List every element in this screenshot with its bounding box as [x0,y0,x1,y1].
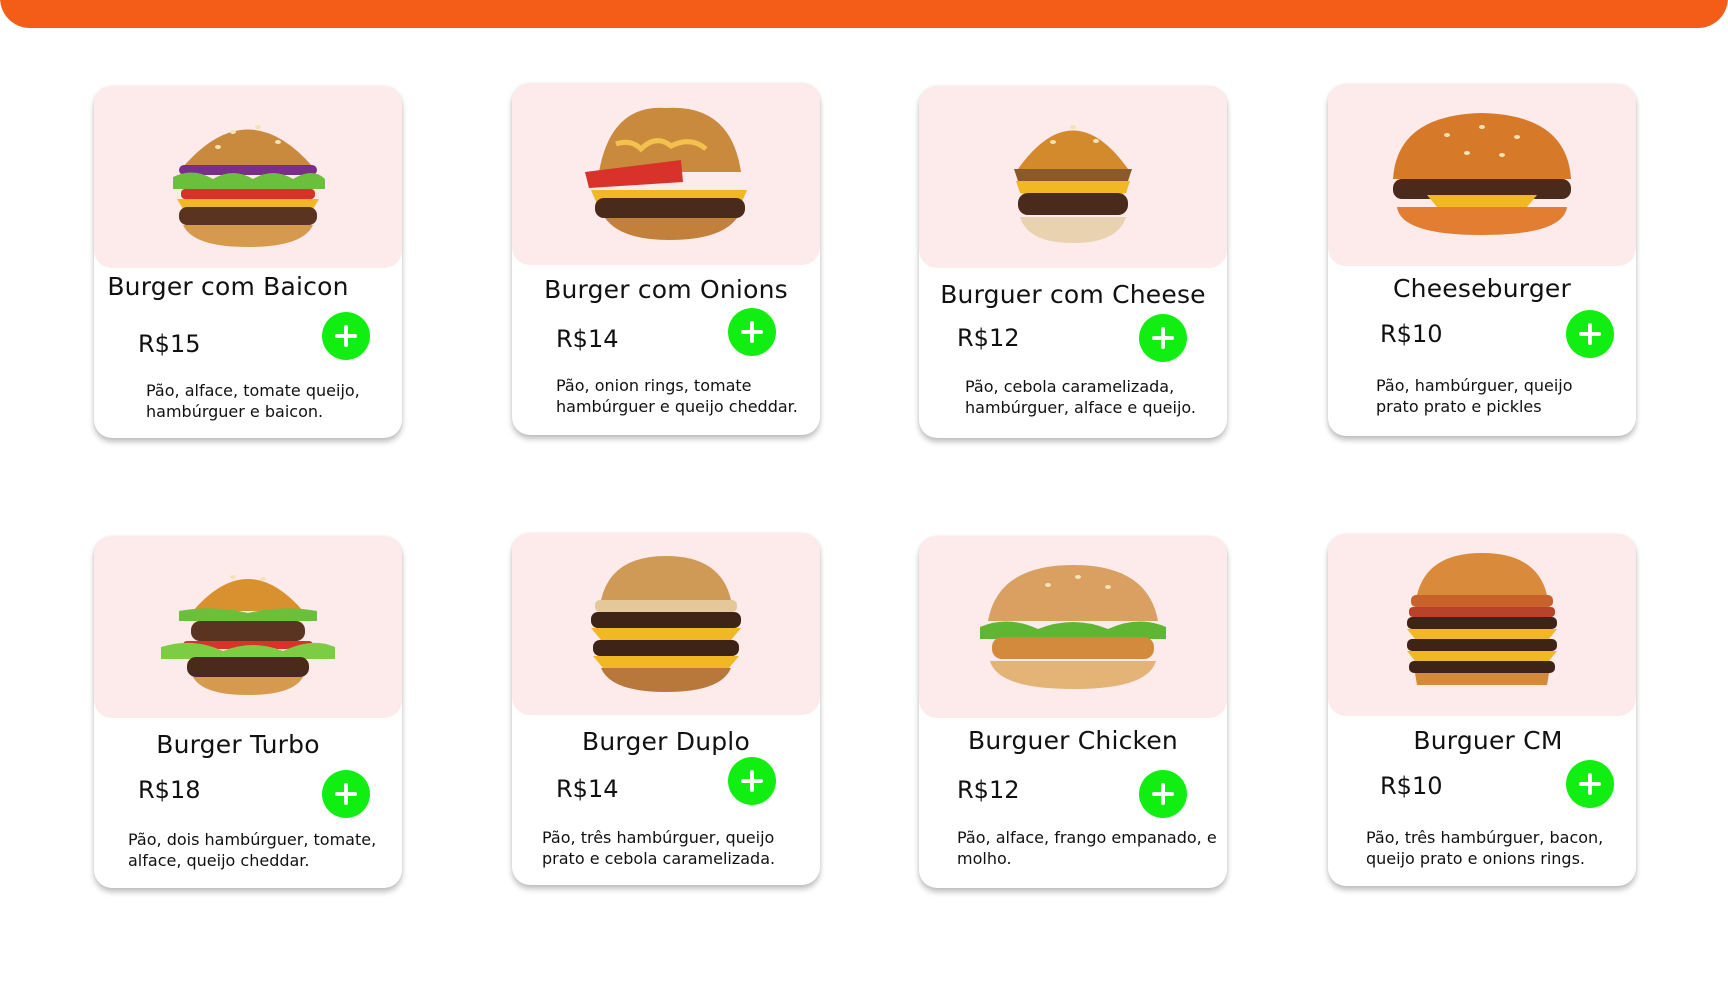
burger-image-icon [173,125,325,247]
product-name: Burguer com Cheese [940,280,1206,309]
burger-image-icon [1393,113,1571,235]
product-description: Pão, onion rings, tomate hambúrguer e qu… [556,376,798,416]
add-to-cart-button[interactable] [728,308,776,356]
product-price: R$10 [1380,320,1443,348]
add-to-cart-button[interactable] [728,757,776,805]
add-to-cart-button[interactable] [1139,314,1187,362]
product-card[interactable]: Burger Turbo R$18 Pão, dois hambúrguer, … [94,536,402,888]
product-image [512,83,820,265]
burger-image-icon [591,556,741,692]
add-to-cart-button[interactable] [1566,310,1614,358]
product-card[interactable]: Burger com Onions R$14 Pão, onion rings,… [512,83,820,435]
plus-icon [335,325,357,347]
product-description: Pão, alface, tomate queijo, hambúrguer e… [146,381,360,421]
product-card[interactable]: Burguer com Cheese R$12 Pão, cebola cara… [919,86,1227,438]
plus-icon [741,770,763,792]
product-card[interactable]: Burguer Chicken R$12 Pão, alface, frango… [919,536,1227,888]
product-description: Pão, três hambúrguer, bacon, queijo prat… [1366,828,1604,868]
product-image [1328,84,1636,266]
product-grid: Burger com Baicon R$15 Pão, alface, toma… [0,0,1728,990]
plus-icon [1579,773,1601,795]
add-to-cart-button[interactable] [322,770,370,818]
product-price: R$10 [1380,772,1443,800]
burger-image-icon [1014,125,1132,243]
product-image [919,86,1227,268]
product-card[interactable]: Burguer CM R$10 Pão, três hambúrguer, ba… [1328,534,1636,886]
product-description: Pão, dois hambúrguer, tomate, alface, qu… [128,830,377,870]
product-price: R$15 [138,330,201,358]
product-price: R$12 [957,324,1020,352]
burger-image-icon [980,565,1166,689]
product-price: R$14 [556,325,619,353]
plus-icon [1152,327,1174,349]
plus-icon [335,783,357,805]
product-card[interactable]: Burger com Baicon R$15 Pão, alface, toma… [94,86,402,438]
add-to-cart-button[interactable] [1566,760,1614,808]
product-image [512,533,820,715]
product-image [94,536,402,718]
product-image [919,536,1227,718]
burger-image-icon [585,107,747,240]
burger-image-icon [1407,553,1557,685]
product-name: Burguer CM [1413,726,1563,755]
product-description: Pão, alface, frango empanado, e molho. [957,828,1217,868]
product-card[interactable]: Burger Duplo R$14 Pão, três hambúrguer, … [512,533,820,885]
plus-icon [741,321,763,343]
burger-image-icon [161,575,335,695]
product-price: R$12 [957,776,1020,804]
add-to-cart-button[interactable] [1139,770,1187,818]
product-price: R$14 [556,775,619,803]
product-name: Burger Turbo [156,730,320,759]
product-price: R$18 [138,776,201,804]
product-description: Pão, três hambúrguer, queijo prato e ceb… [542,828,776,868]
product-name: Burger com Baicon [107,272,349,301]
add-to-cart-button[interactable] [322,312,370,360]
product-description: Pão, hambúrguer, queijo prato prato e pi… [1376,376,1573,416]
product-name: Burger com Onions [544,275,788,304]
product-name: Cheeseburger [1393,274,1571,303]
product-description: Pão, cebola caramelizada, hambúrguer, al… [965,377,1196,417]
plus-icon [1579,323,1601,345]
plus-icon [1152,783,1174,805]
product-name: Burguer Chicken [968,726,1178,755]
product-card[interactable]: Cheeseburger R$10 Pão, hambúrguer, queij… [1328,84,1636,436]
product-image [1328,534,1636,716]
product-image [94,86,402,268]
product-name: Burger Duplo [582,727,750,756]
